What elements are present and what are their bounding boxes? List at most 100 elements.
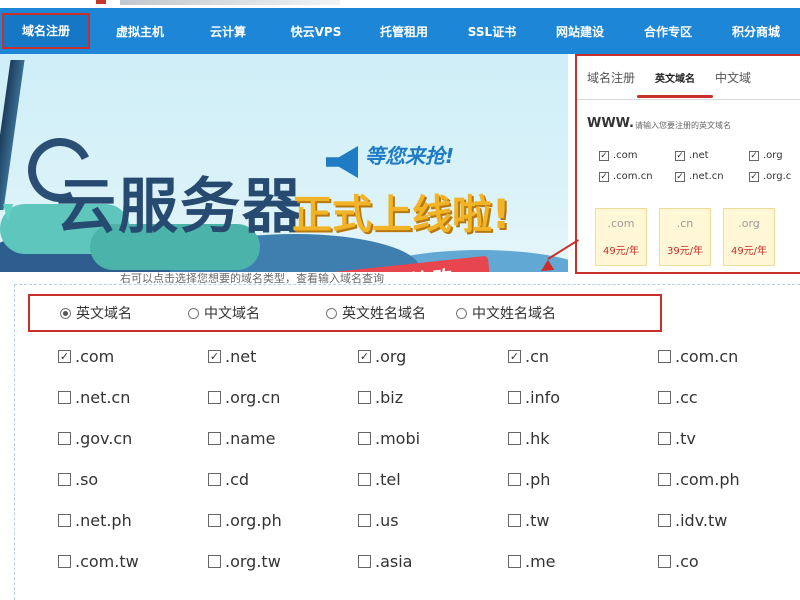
checkbox-icon bbox=[208, 513, 221, 527]
widget-checkbox[interactable]: ✓ .com bbox=[599, 150, 675, 161]
radio-chinese-name-domain[interactable]: 中文姓名域名 bbox=[456, 303, 556, 323]
extension-label: .com.cn bbox=[675, 346, 739, 366]
extension-checkbox[interactable]: .cd bbox=[208, 467, 358, 491]
extension-label: .cc bbox=[675, 387, 698, 407]
nav-item-domain-registration[interactable]: 域名注册 bbox=[2, 13, 90, 49]
www-prefix: WWW. bbox=[587, 116, 634, 131]
extension-label: .co bbox=[675, 551, 699, 571]
megaphone-icon bbox=[326, 146, 358, 178]
price-card[interactable]: .org 49元/年 bbox=[723, 208, 775, 266]
checkbox-checked-icon: ✓ bbox=[58, 349, 71, 363]
extension-label: .tw bbox=[525, 510, 550, 530]
extension-checkbox[interactable]: .so bbox=[58, 467, 208, 491]
radio-english-domain[interactable]: 英文域名 bbox=[60, 303, 132, 323]
domain-input-placeholder[interactable]: 请输入您要注册的英文域名 bbox=[635, 120, 731, 131]
extension-label: .ph bbox=[525, 469, 551, 489]
checkmark-icon: ✓ bbox=[599, 171, 609, 182]
widget-checkbox[interactable]: ✓ .org bbox=[749, 150, 800, 161]
checkbox-icon bbox=[58, 472, 71, 486]
extension-checkbox[interactable]: ✓ .com bbox=[58, 344, 208, 368]
checkmark-icon: ✓ bbox=[599, 150, 609, 161]
extension-checkbox[interactable]: .org.ph bbox=[208, 508, 358, 532]
extension-checkbox[interactable]: ✓ .org bbox=[358, 344, 508, 368]
extension-checkbox[interactable]: .biz bbox=[358, 385, 508, 409]
extension-label: .me bbox=[525, 551, 556, 571]
checkbox-checked-icon: ✓ bbox=[358, 349, 371, 363]
widget-checkbox[interactable]: ✓ .net.cn bbox=[675, 171, 749, 182]
extension-checkbox[interactable]: .mobi bbox=[358, 426, 508, 450]
extension-checkbox[interactable]: .name bbox=[208, 426, 358, 450]
widget-checkbox[interactable]: ✓ .org.c bbox=[749, 171, 800, 182]
extension-label: .org.tw bbox=[225, 551, 281, 571]
extension-label: .net.ph bbox=[75, 510, 132, 530]
extension-label: .name bbox=[225, 428, 276, 448]
nav-item-virtual-host[interactable]: 虚拟主机 bbox=[96, 23, 184, 40]
checkbox-icon bbox=[208, 431, 221, 445]
tab-domain-registration[interactable]: 域名注册 bbox=[577, 69, 645, 86]
checkbox-icon bbox=[58, 554, 71, 568]
extension-checkbox[interactable]: .hk bbox=[508, 426, 658, 450]
extension-checkbox[interactable]: .net.ph bbox=[58, 508, 208, 532]
nav-item-vps[interactable]: 快云VPS bbox=[272, 23, 360, 40]
extension-checkbox[interactable]: .tw bbox=[508, 508, 658, 532]
nav-item-hosting[interactable]: 托管租用 bbox=[360, 23, 448, 40]
extension-checkbox[interactable]: .us bbox=[358, 508, 508, 532]
price-card[interactable]: .cn 39元/年 bbox=[659, 208, 711, 266]
extension-checkbox[interactable]: .tel bbox=[358, 467, 508, 491]
logo-fragment bbox=[96, 0, 106, 4]
extension-checkbox[interactable]: .ph bbox=[508, 467, 658, 491]
banner-title: 云服务器 bbox=[56, 172, 304, 242]
extension-checkbox[interactable]: ✓ .net bbox=[208, 344, 358, 368]
extension-checkbox[interactable]: .com.cn bbox=[658, 344, 800, 368]
extension-checkbox[interactable]: .net.cn bbox=[58, 385, 208, 409]
checkmark-icon: ✓ bbox=[749, 150, 759, 161]
extension-checkbox[interactable]: .tv bbox=[658, 426, 800, 450]
checkmark-icon: ✓ bbox=[675, 171, 685, 182]
extension-checkbox[interactable]: .info bbox=[508, 385, 658, 409]
radio-english-name-domain[interactable]: 英文姓名域名 bbox=[326, 303, 426, 323]
checkbox-icon bbox=[508, 472, 521, 486]
checkbox-icon bbox=[658, 472, 671, 486]
checkbox-icon bbox=[658, 431, 671, 445]
extension-checkbox[interactable]: ✓ .cn bbox=[508, 344, 658, 368]
extension-checkbox[interactable]: .com.tw bbox=[58, 549, 208, 573]
widget-extension-grid: ✓ .com ✓ .net ✓ .org ✓ .com.cn ✓ .net.cn ✓ .or… bbox=[599, 150, 800, 182]
extension-label: .cd bbox=[225, 469, 250, 489]
nav-item-cloud-computing[interactable]: 云计算 bbox=[184, 23, 272, 40]
extension-label: .gov.cn bbox=[75, 428, 133, 448]
checkbox-icon bbox=[208, 472, 221, 486]
extension-checkbox[interactable]: .me bbox=[508, 549, 658, 573]
checkbox-icon bbox=[58, 431, 71, 445]
nav-item-points-mall[interactable]: 积分商城 bbox=[712, 23, 800, 40]
extension-checkbox[interactable]: .org.cn bbox=[208, 385, 358, 409]
nav-item-partners[interactable]: 合作专区 bbox=[624, 23, 712, 40]
nav-item-ssl[interactable]: SSL证书 bbox=[448, 23, 536, 40]
extension-checkbox-grid: ✓ .com ✓ .net ✓ .org ✓ .cn .com.cn .net.cn .org.cn… bbox=[58, 344, 800, 590]
price-card[interactable]: .com 49元/年 bbox=[595, 208, 647, 266]
checkbox-icon bbox=[508, 554, 521, 568]
checkbox-icon bbox=[358, 554, 371, 568]
extension-checkbox[interactable]: .co bbox=[658, 549, 800, 573]
extension-label: .com.tw bbox=[75, 551, 139, 571]
tab-english-domain[interactable]: 英文域名 bbox=[637, 70, 714, 98]
extension-checkbox[interactable]: .idv.tw bbox=[658, 508, 800, 532]
widget-checkbox[interactable]: ✓ .net bbox=[675, 150, 749, 161]
promo-banner[interactable]: 云服务器 正式上线啦! 等您来抢! 立即抢购 bbox=[0, 54, 568, 272]
extension-label: .biz bbox=[375, 387, 404, 407]
radio-chinese-domain[interactable]: 中文域名 bbox=[188, 303, 260, 323]
pen-illustration bbox=[0, 60, 25, 210]
extension-label: .org.cn bbox=[225, 387, 281, 407]
widget-checkbox[interactable]: ✓ .com.cn bbox=[599, 171, 675, 182]
extension-checkbox[interactable]: .org.tw bbox=[208, 549, 358, 573]
extension-label: .info bbox=[525, 387, 561, 407]
checkbox-icon bbox=[358, 390, 371, 404]
tab-chinese-domain[interactable]: 中文域 bbox=[705, 69, 761, 86]
extension-checkbox[interactable]: .gov.cn bbox=[58, 426, 208, 450]
checkmark-icon: ✓ bbox=[675, 150, 685, 161]
extension-checkbox[interactable]: .asia bbox=[358, 549, 508, 573]
extension-checkbox[interactable]: .cc bbox=[658, 385, 800, 409]
radio-icon bbox=[326, 307, 337, 319]
nav-item-website-building[interactable]: 网站建设 bbox=[536, 23, 624, 40]
extension-checkbox[interactable]: .com.ph bbox=[658, 467, 800, 491]
header-fragment bbox=[120, 0, 340, 5]
